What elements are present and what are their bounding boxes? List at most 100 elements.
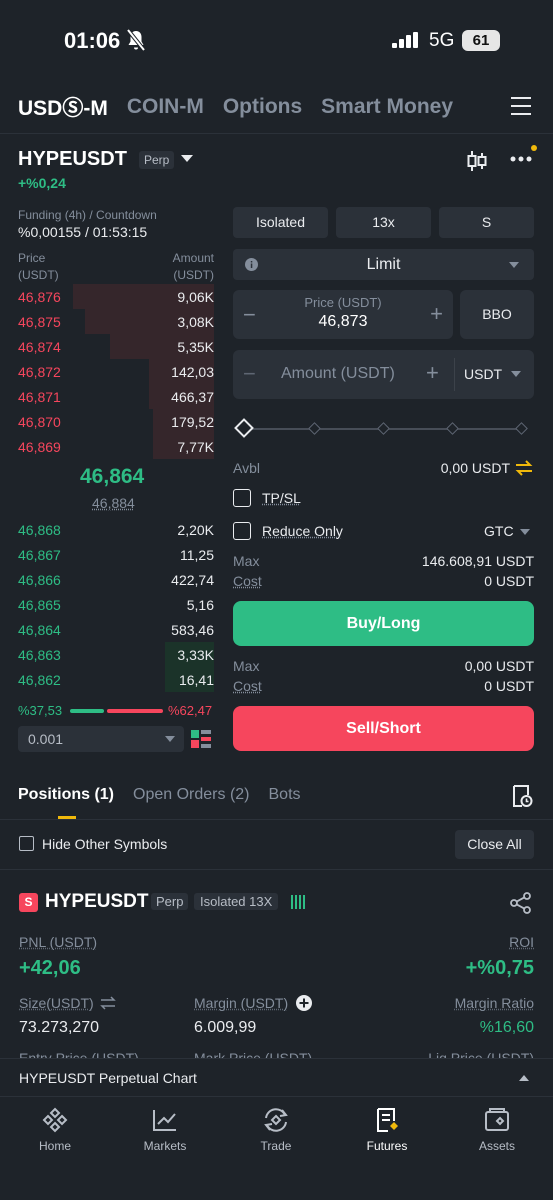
leverage-button[interactable]: 13x: [336, 207, 431, 238]
price-increase-button[interactable]: +: [430, 301, 443, 327]
reduce-only-checkbox[interactable]: [233, 522, 251, 540]
bid-price: 46,863: [18, 647, 61, 663]
slider-tick[interactable]: [377, 422, 390, 435]
precision-value: 0.001: [28, 731, 64, 747]
tpsl-label[interactable]: TP/SL: [262, 490, 301, 506]
tab-bots[interactable]: Bots: [269, 786, 301, 804]
price-input-label: Price (USDT): [304, 295, 382, 310]
buy-long-button[interactable]: Buy/Long: [233, 601, 534, 646]
market-type-tabs: USDⓈ-M COIN-M Options Smart Money: [18, 90, 453, 124]
amount-input[interactable]: − Amount (USDT) + USDT: [233, 350, 534, 399]
add-margin-icon[interactable]: [296, 995, 312, 1011]
sell-short-button[interactable]: Sell/Short: [233, 706, 534, 751]
position-margin-badge: Isolated 13X: [194, 893, 279, 910]
ask-amount: 3,08K: [177, 314, 214, 330]
position-mode-button[interactable]: S: [439, 207, 534, 238]
buy-cost-label: Cost: [233, 573, 262, 589]
nav-trade[interactable]: Trade: [236, 1107, 316, 1153]
margin-label: Margin (USDT): [194, 995, 289, 1011]
ask-row[interactable]: 46,869 7,77K: [18, 434, 214, 459]
ask-row[interactable]: 46,875 3,08K: [18, 309, 214, 334]
order-history-icon[interactable]: [511, 784, 533, 808]
amount-slider-handle[interactable]: [234, 418, 254, 438]
bell-muted-icon: [126, 29, 146, 51]
nav-assets[interactable]: Assets: [457, 1107, 537, 1153]
slider-tick[interactable]: [515, 422, 528, 435]
close-all-button[interactable]: Close All: [455, 830, 534, 859]
nav-label: Assets: [478, 1139, 515, 1153]
mark-price[interactable]: 46,884: [92, 495, 135, 511]
buy-ratio-bar: [70, 709, 104, 713]
buy-max-label: Max: [233, 553, 260, 569]
swap-icon[interactable]: [100, 996, 116, 1010]
ask-row[interactable]: 46,870 179,52: [18, 409, 214, 434]
slider-tick[interactable]: [308, 422, 321, 435]
bid-row[interactable]: 46,862 16,41: [18, 667, 214, 692]
bid-row[interactable]: 46,866 422,74: [18, 567, 214, 592]
candlestick-chart-icon[interactable]: [467, 150, 487, 172]
precision-select[interactable]: 0.001: [18, 726, 184, 752]
tab-options[interactable]: Options: [223, 95, 302, 119]
share-icon[interactable]: [510, 892, 532, 914]
hide-other-symbols-label[interactable]: Hide Other Symbols: [42, 836, 167, 852]
order-type-select[interactable]: Limit: [233, 249, 534, 280]
nav-markets[interactable]: Markets: [125, 1107, 205, 1153]
ask-row[interactable]: 46,874 5,35K: [18, 334, 214, 359]
transfer-icon[interactable]: [515, 460, 533, 476]
amount-decrease-button[interactable]: −: [243, 361, 256, 387]
clock: 01:06: [64, 28, 121, 53]
bid-row[interactable]: 46,865 5,16: [18, 592, 214, 617]
time-in-force-select[interactable]: GTC: [484, 523, 514, 539]
more-options-icon[interactable]: [510, 156, 532, 162]
tpsl-checkbox[interactable]: [233, 489, 251, 507]
amount-increase-button[interactable]: +: [426, 360, 439, 386]
symbol-title[interactable]: HYPEUSDT: [18, 148, 127, 171]
chart-drawer[interactable]: HYPEUSDT Perpetual Chart: [0, 1058, 553, 1096]
caret-down-icon[interactable]: [181, 155, 193, 163]
last-price[interactable]: 46,864: [80, 465, 144, 489]
nav-label: Home: [38, 1139, 71, 1153]
short-side-badge: S: [19, 893, 38, 912]
bid-row[interactable]: 46,867 11,25: [18, 542, 214, 567]
tab-positions[interactable]: Positions (1): [18, 786, 114, 804]
available-value: 0,00 USDT: [440, 460, 510, 476]
price-input[interactable]: − Price (USDT) 46,873 +: [233, 290, 453, 339]
amount-unit-select[interactable]: USDT: [464, 366, 502, 382]
margin-ratio-label: Margin Ratio: [454, 995, 534, 1011]
sell-max-label: Max: [233, 658, 260, 674]
bottom-nav: Home Markets Trade Futures Assets: [0, 1096, 553, 1200]
margin-mode-button[interactable]: Isolated: [233, 207, 328, 238]
nav-home[interactable]: Home: [15, 1107, 95, 1153]
position-symbol[interactable]: HYPEUSDT: [45, 891, 148, 913]
menu-icon[interactable]: [511, 96, 533, 116]
size-value: 73.273,270: [19, 1019, 100, 1036]
ask-amount: 142,03: [171, 364, 214, 380]
bid-row[interactable]: 46,864 583,46: [18, 617, 214, 642]
caret-down-icon: [520, 529, 530, 535]
amount-placeholder[interactable]: Amount (USDT): [281, 365, 395, 383]
caret-down-icon: [509, 262, 519, 268]
tab-usds-m[interactable]: USDⓈ-M: [18, 92, 108, 122]
bid-row[interactable]: 46,863 3,33K: [18, 642, 214, 667]
reduce-only-label[interactable]: Reduce Only: [262, 523, 343, 539]
bid-amount: 16,41: [178, 672, 214, 688]
orderbook-layout-icon[interactable]: [191, 730, 211, 748]
nav-futures[interactable]: Futures: [347, 1107, 427, 1153]
hide-other-symbols-checkbox[interactable]: [19, 836, 34, 851]
divider: [0, 133, 553, 134]
tab-open-orders[interactable]: Open Orders (2): [133, 786, 249, 804]
bid-row[interactable]: 46,868 2,20K: [18, 517, 214, 542]
tab-smart-money[interactable]: Smart Money: [321, 95, 453, 119]
ask-price: 46,870: [18, 414, 61, 430]
bbo-button[interactable]: BBO: [460, 290, 534, 339]
ask-row[interactable]: 46,871 466,37: [18, 384, 214, 409]
slider-tick[interactable]: [446, 422, 459, 435]
ask-row[interactable]: 46,876 9,06K: [18, 284, 214, 309]
caret-up-icon: [519, 1075, 529, 1081]
price-input-value[interactable]: 46,873: [233, 313, 453, 331]
caret-down-icon: [165, 736, 175, 742]
ask-price: 46,869: [18, 439, 61, 455]
tab-coin-m[interactable]: COIN-M: [127, 95, 204, 119]
ask-row[interactable]: 46,872 142,03: [18, 359, 214, 384]
home-icon: [42, 1107, 68, 1133]
